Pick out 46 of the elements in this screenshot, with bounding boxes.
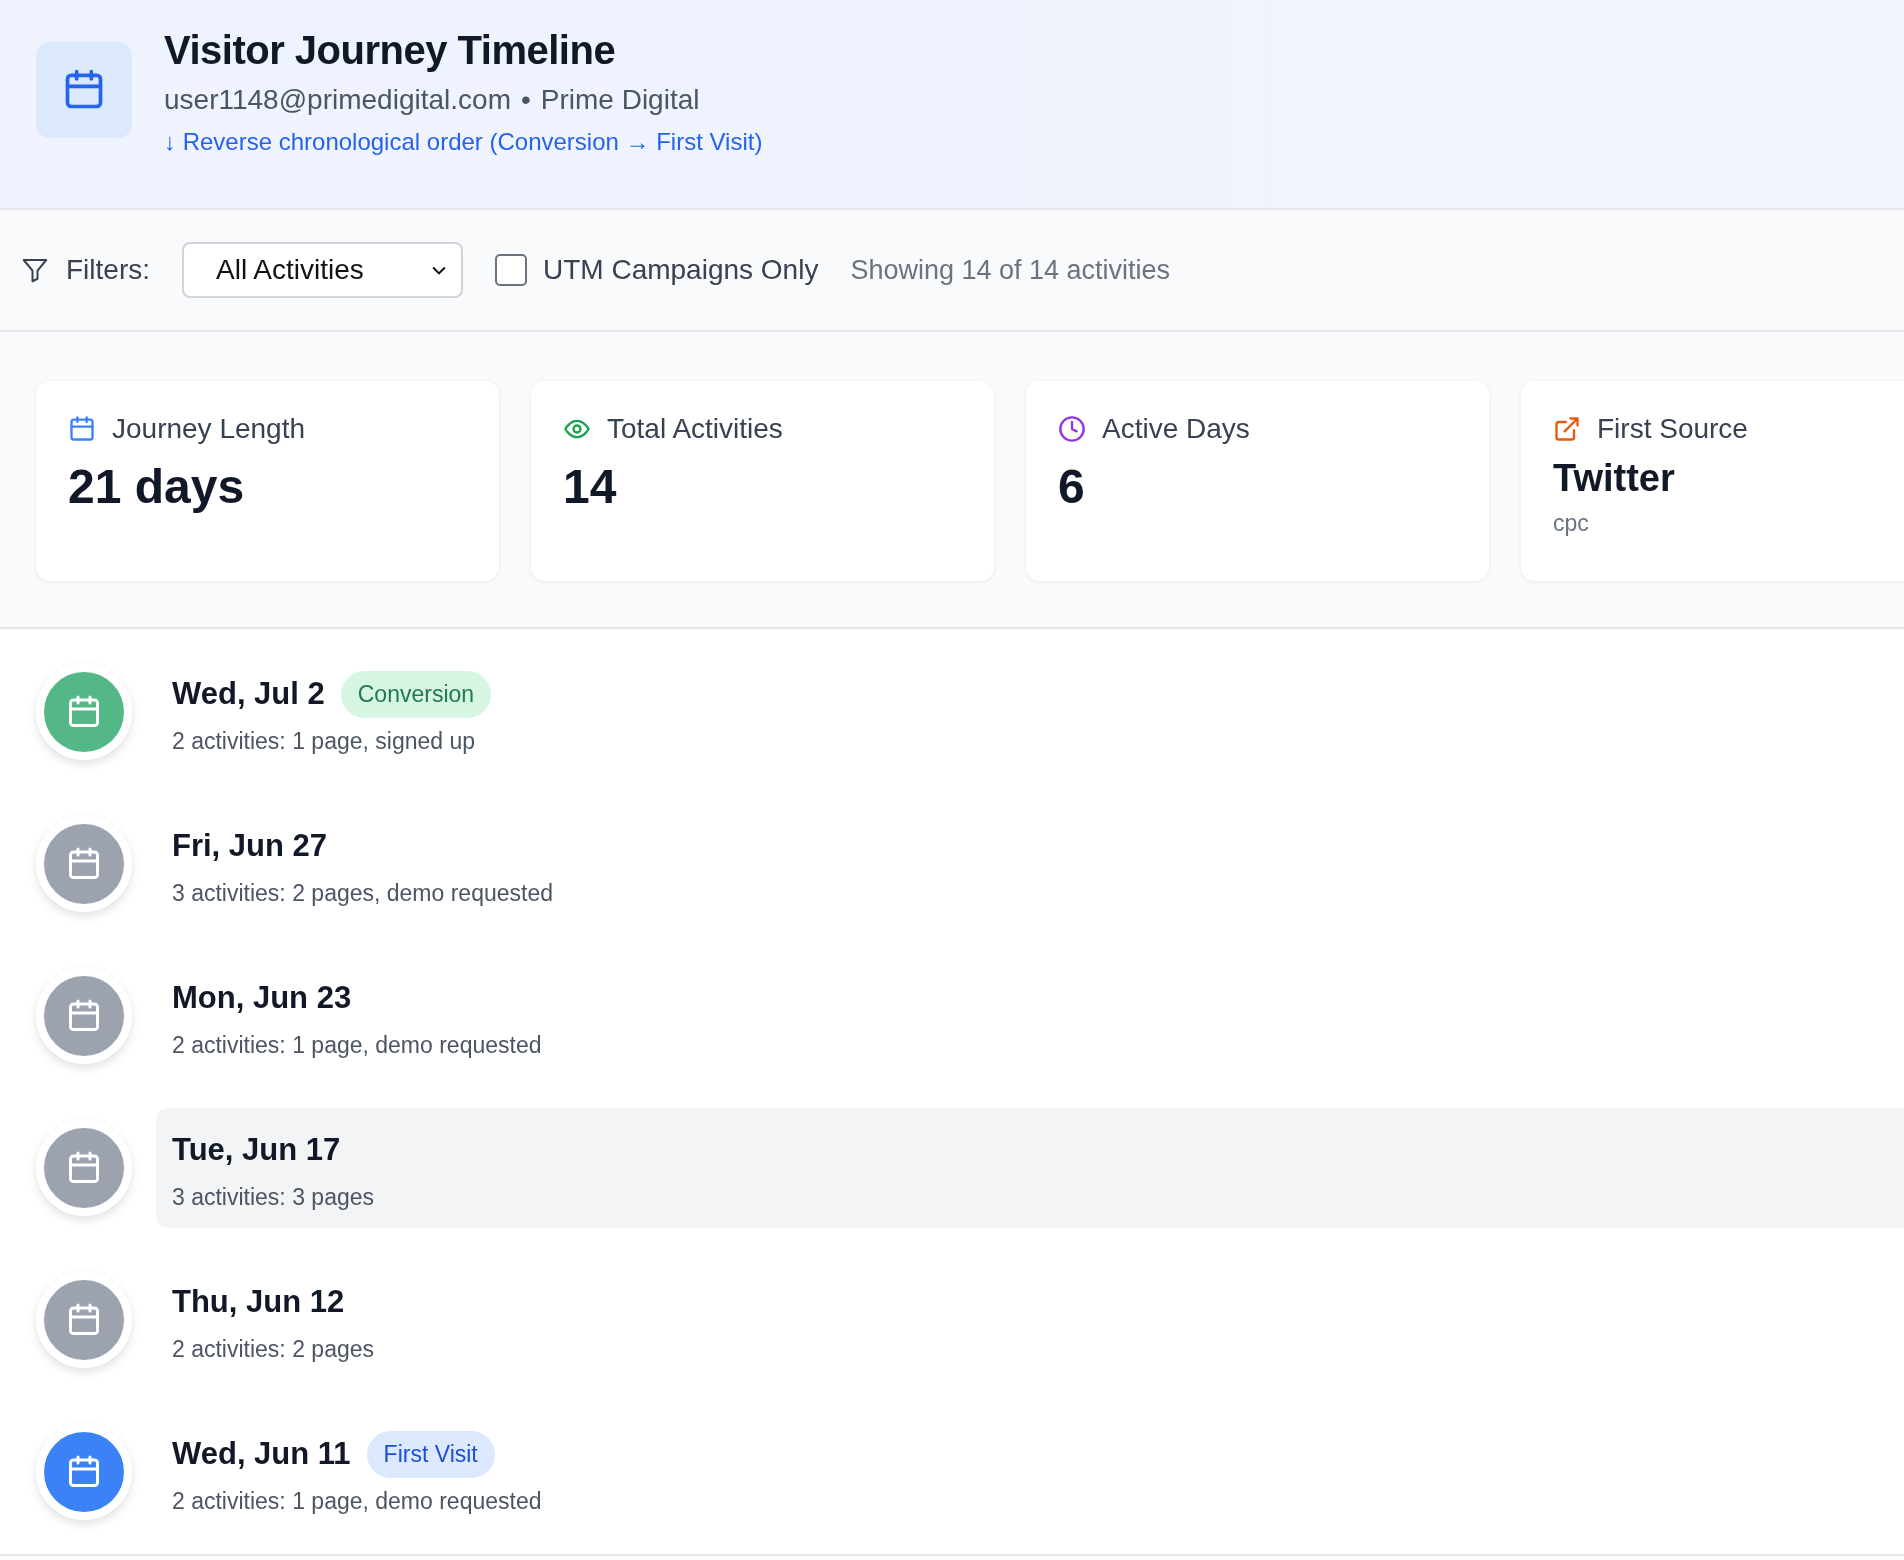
utm-checkbox[interactable] xyxy=(495,254,527,286)
calendar-icon xyxy=(36,42,132,138)
calendar-icon xyxy=(66,1454,102,1490)
day-entry[interactable]: Thu, Jun 12 2 activities: 2 pages xyxy=(156,1260,1904,1380)
day-date: Wed, Jun 11 xyxy=(172,1436,351,1472)
separator-dot: • xyxy=(520,84,531,116)
calendar-icon xyxy=(66,1302,102,1338)
event-badge: Conversion xyxy=(340,670,492,718)
day-summary: 3 activities: 3 pages xyxy=(172,1184,375,1211)
day-summary: 3 activities: 2 pages, demo requested xyxy=(172,880,554,907)
page-title: Visitor Journey Timeline xyxy=(164,27,617,74)
day-summary: 2 activities: 1 page, demo requested xyxy=(172,1488,543,1515)
calendar-icon xyxy=(66,694,102,730)
highlighted-day-panel[interactable]: Tue, Jun 17 3 activities: 3 pages xyxy=(156,1108,1904,1228)
calendar-icon xyxy=(66,846,102,882)
company-name: Prime Digital xyxy=(540,84,700,116)
stat-label: Journey Length xyxy=(112,413,306,445)
visitor-email: user1148@primedigital.com xyxy=(164,84,511,116)
stat-label: Total Activities xyxy=(607,413,783,445)
day-summary: 2 activities: 1 page, demo requested xyxy=(172,1032,543,1059)
day-entry[interactable]: Mon, Jun 23 2 activities: 1 page, demo requested xyxy=(156,956,1904,1076)
utm-checkbox-label[interactable]: UTM Campaigns Only xyxy=(543,254,819,286)
day-date: Fri, Jun 27 xyxy=(172,828,328,864)
stat-label: Active Days xyxy=(1102,413,1250,445)
day-date: Mon, Jun 23 xyxy=(172,980,352,1016)
day-date: Thu, Jun 12 xyxy=(172,1284,345,1320)
stat-value: Twitter xyxy=(1553,457,1676,500)
day-entry[interactable]: Fri, Jun 27 3 activities: 2 pages, demo requested xyxy=(156,804,1904,924)
stat-subtext: cpc xyxy=(1553,510,1590,537)
calendar-icon xyxy=(66,998,102,1034)
stat-label: First Source xyxy=(1597,413,1748,445)
stat-value: 21 days xyxy=(68,459,246,514)
event-badge: First Visit xyxy=(366,1430,495,1478)
calendar-icon xyxy=(66,1150,102,1186)
day-date: Wed, Jul 2 xyxy=(172,676,325,712)
day-date: Tue, Jun 17 xyxy=(172,1132,341,1168)
activity-select[interactable]: All Activities xyxy=(182,242,463,298)
day-summary: 2 activities: 2 pages xyxy=(172,1336,375,1363)
day-summary: 2 activities: 1 page, signed up xyxy=(172,728,477,755)
stat-value: 14 xyxy=(563,459,618,514)
activity-count: Showing 14 of 14 activities xyxy=(850,254,1171,286)
day-entry[interactable]: Wed, Jun 11 First Visit 2 activities: 1 page, demo requested xyxy=(156,1412,1904,1532)
day-entry[interactable]: Wed, Jul 2 Conversion 2 activities: 1 page, signed up xyxy=(156,652,1904,772)
order-note: ↓ Reverse chronological order (Conversion → First Visit) xyxy=(164,128,763,156)
filters-label: Filters: xyxy=(66,254,150,286)
stat-value: 6 xyxy=(1058,459,1086,514)
